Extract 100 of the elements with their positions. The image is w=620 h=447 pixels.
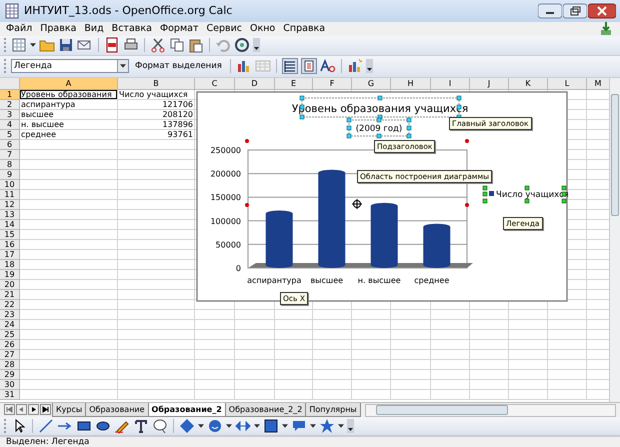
row-header[interactable]: 24 [0, 320, 20, 330]
menu-item[interactable]: Правка [40, 23, 76, 34]
row-header[interactable]: 1 [0, 90, 20, 100]
sheet-tab[interactable]: Популярны [305, 403, 361, 418]
row-header[interactable]: 9 [0, 170, 20, 180]
column-header[interactable]: D [235, 78, 275, 90]
horizontal-grid-icon[interactable] [282, 58, 298, 74]
row-header[interactable]: 28 [0, 360, 20, 370]
column-header[interactable]: A [20, 78, 118, 90]
row-header[interactable]: 8 [0, 160, 20, 170]
row-header[interactable]: 2 [0, 100, 20, 110]
minimize-icon[interactable] [538, 2, 562, 19]
smiley-icon[interactable] [207, 418, 223, 434]
cut-icon[interactable] [150, 37, 166, 54]
overflow-icon[interactable] [366, 59, 373, 74]
column-header[interactable]: C [195, 78, 235, 90]
name-box-field[interactable]: Легенда [11, 59, 129, 74]
row-header[interactable]: 19 [0, 270, 20, 280]
menu-item[interactable]: Вставка [112, 23, 152, 34]
caret-icon[interactable] [310, 424, 316, 428]
paste-icon[interactable] [188, 37, 204, 54]
row-header[interactable]: 23 [0, 310, 20, 320]
callout-icon[interactable] [152, 418, 168, 434]
legend-toggle-icon[interactable] [300, 58, 317, 74]
row-header[interactable]: 27 [0, 350, 20, 360]
row-header[interactable]: 20 [0, 280, 20, 290]
column-header[interactable]: J [470, 78, 509, 90]
copy-icon[interactable] [169, 37, 185, 54]
column-header[interactable]: I [431, 78, 470, 90]
vertical-scrollbar[interactable] [609, 78, 620, 402]
diamond-icon[interactable] [179, 418, 195, 434]
spreadsheet-icon[interactable] [4, 2, 20, 19]
menu-item[interactable]: Файл [6, 23, 32, 34]
pdf-export-icon[interactable] [104, 37, 120, 54]
bar[interactable] [266, 210, 293, 268]
menu-item[interactable]: Формат [160, 23, 198, 34]
caret-icon[interactable] [30, 43, 36, 48]
row-header[interactable]: 29 [0, 370, 20, 380]
caret-icon[interactable] [226, 424, 232, 428]
star-icon[interactable] [319, 418, 335, 434]
row-header[interactable]: 18 [0, 260, 20, 270]
sheet-tab[interactable]: Курсы [52, 403, 86, 418]
new-document-icon[interactable] [11, 37, 27, 54]
text-icon[interactable] [133, 418, 149, 434]
overflow-icon[interactable] [347, 419, 354, 434]
horizontal-scrollbar[interactable] [364, 404, 616, 417]
row-header[interactable]: 15 [0, 230, 20, 240]
column-header[interactable]: B [118, 78, 195, 90]
caret-icon[interactable] [254, 424, 260, 428]
column-header[interactable]: F [313, 78, 352, 90]
menu-item[interactable]: Сервис [206, 23, 242, 34]
column-header[interactable]: E [275, 78, 313, 90]
column-header[interactable]: G [352, 78, 391, 90]
menu-item[interactable]: Вид [84, 23, 104, 34]
bar[interactable] [370, 202, 398, 268]
row-header[interactable]: 14 [0, 220, 20, 230]
sheet-tab[interactable]: Образование [85, 403, 149, 418]
column-header[interactable]: H [391, 78, 431, 90]
row-header[interactable]: 22 [0, 300, 20, 310]
row-header[interactable]: 10 [0, 180, 20, 190]
caret-icon[interactable] [198, 424, 204, 428]
row-header[interactable]: 12 [0, 200, 20, 210]
flowchart-icon[interactable] [263, 418, 279, 434]
row-header[interactable]: 30 [0, 380, 20, 390]
rotation-center-icon[interactable] [352, 198, 362, 210]
update-download-icon[interactable] [598, 20, 614, 37]
caret-icon[interactable] [120, 64, 126, 68]
column-header[interactable]: L [548, 78, 587, 90]
row-header[interactable]: 21 [0, 290, 20, 300]
row-header[interactable]: 11 [0, 190, 20, 200]
chart-wizard-icon[interactable] [346, 58, 363, 74]
row-header[interactable]: 6 [0, 140, 20, 150]
scale-text-icon[interactable] [320, 58, 336, 74]
caret-icon[interactable] [282, 424, 288, 428]
menu-item[interactable]: Справка [283, 23, 326, 34]
caret-icon[interactable] [338, 424, 344, 428]
bar[interactable] [423, 224, 450, 268]
format-selection-button[interactable]: Формат выделения [132, 60, 225, 72]
row-header[interactable]: 3 [0, 110, 20, 120]
sheet-tab[interactable]: Образование_2 [148, 403, 226, 418]
row-header[interactable]: 25 [0, 330, 20, 340]
row-header[interactable]: 16 [0, 240, 20, 250]
line-icon[interactable] [38, 418, 54, 434]
row-header[interactable]: 13 [0, 210, 20, 220]
row-header[interactable]: 4 [0, 120, 20, 130]
row-header[interactable]: 17 [0, 250, 20, 260]
row-header[interactable]: 26 [0, 340, 20, 350]
overflow-icon[interactable] [253, 38, 260, 52]
restore-icon[interactable] [563, 2, 587, 19]
row-header[interactable]: 7 [0, 150, 20, 160]
column-header[interactable]: K [509, 78, 548, 90]
save-icon[interactable] [58, 37, 74, 54]
sheet-tab[interactable]: Образование_2_2 [224, 403, 306, 418]
chart-title[interactable]: Уровень образования учащихся [292, 102, 468, 115]
close-icon[interactable] [588, 2, 616, 19]
bar[interactable] [318, 170, 346, 268]
column-header[interactable]: M [587, 78, 610, 90]
chart-type-icon[interactable] [236, 58, 252, 74]
row-header[interactable]: 31 [0, 390, 20, 400]
row-header[interactable]: 5 [0, 130, 20, 140]
